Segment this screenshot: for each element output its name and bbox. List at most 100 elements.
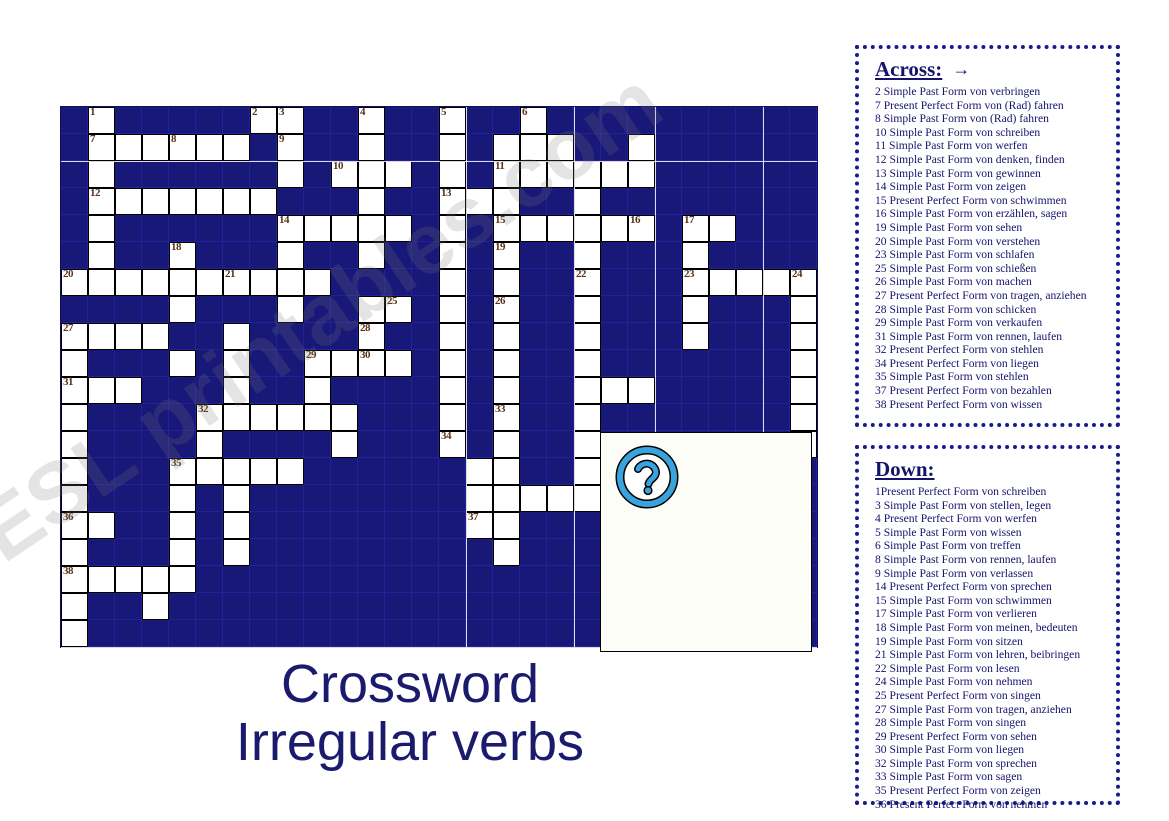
crossword-cell-open[interactable] [250, 269, 277, 296]
crossword-cell-open[interactable] [88, 377, 115, 404]
crossword-cell-open[interactable] [277, 269, 304, 296]
crossword-cell-open[interactable] [358, 161, 385, 188]
crossword-cell-open[interactable] [790, 404, 817, 431]
crossword-cell-open[interactable] [331, 431, 358, 458]
crossword-cell-open[interactable] [574, 242, 601, 269]
crossword-cell-open[interactable] [88, 512, 115, 539]
crossword-cell-open[interactable] [61, 539, 88, 566]
crossword-cell-open[interactable] [115, 134, 142, 161]
crossword-cell-open[interactable] [439, 323, 466, 350]
crossword-cell-open[interactable] [574, 377, 601, 404]
crossword-cell-open[interactable] [196, 134, 223, 161]
crossword-cell-open[interactable] [196, 458, 223, 485]
crossword-cell-open[interactable] [466, 188, 493, 215]
crossword-cell-open[interactable] [88, 566, 115, 593]
crossword-cell-open[interactable] [493, 188, 520, 215]
crossword-cell-open[interactable]: 24 [790, 269, 817, 296]
crossword-cell-open[interactable] [223, 188, 250, 215]
crossword-cell-open[interactable] [574, 161, 601, 188]
crossword-cell-open[interactable] [574, 404, 601, 431]
crossword-cell-open[interactable]: 38 [61, 566, 88, 593]
crossword-cell-open[interactable] [520, 134, 547, 161]
crossword-cell-open[interactable] [196, 188, 223, 215]
crossword-cell-open[interactable]: 8 [169, 134, 196, 161]
crossword-cell-open[interactable] [628, 134, 655, 161]
crossword-cell-open[interactable] [628, 377, 655, 404]
crossword-cell-open[interactable]: 14 [277, 215, 304, 242]
crossword-cell-open[interactable] [439, 134, 466, 161]
crossword-cell-open[interactable]: 16 [628, 215, 655, 242]
crossword-cell-open[interactable] [547, 134, 574, 161]
crossword-cell-open[interactable] [790, 296, 817, 323]
crossword-cell-open[interactable] [223, 539, 250, 566]
crossword-cell-open[interactable] [493, 134, 520, 161]
crossword-cell-open[interactable] [493, 458, 520, 485]
crossword-cell-open[interactable] [709, 269, 736, 296]
crossword-cell-open[interactable]: 21 [223, 269, 250, 296]
crossword-cell-open[interactable] [763, 269, 790, 296]
crossword-cell-open[interactable] [547, 485, 574, 512]
crossword-cell-open[interactable] [142, 593, 169, 620]
crossword-cell-open[interactable] [277, 404, 304, 431]
crossword-cell-open[interactable] [61, 458, 88, 485]
crossword-cell-open[interactable] [493, 539, 520, 566]
crossword-cell-open[interactable] [250, 458, 277, 485]
crossword-cell-open[interactable] [169, 188, 196, 215]
crossword-cell-open[interactable] [331, 350, 358, 377]
crossword-cell-open[interactable] [493, 512, 520, 539]
crossword-cell-open[interactable] [142, 269, 169, 296]
crossword-cell-open[interactable]: 3 [277, 107, 304, 134]
crossword-cell-open[interactable] [250, 188, 277, 215]
crossword-cell-open[interactable]: 26 [493, 296, 520, 323]
crossword-cell-open[interactable] [709, 215, 736, 242]
crossword-cell-open[interactable] [439, 242, 466, 269]
crossword-cell-open[interactable] [169, 485, 196, 512]
crossword-cell-open[interactable] [223, 404, 250, 431]
crossword-cell-open[interactable] [385, 215, 412, 242]
crossword-cell-open[interactable] [601, 377, 628, 404]
crossword-cell-open[interactable] [466, 458, 493, 485]
crossword-cell-open[interactable]: 25 [385, 296, 412, 323]
crossword-cell-open[interactable]: 12 [88, 188, 115, 215]
crossword-cell-open[interactable] [682, 323, 709, 350]
crossword-cell-open[interactable] [574, 188, 601, 215]
crossword-cell-open[interactable] [439, 296, 466, 323]
crossword-cell-open[interactable]: 22 [574, 269, 601, 296]
crossword-cell-open[interactable]: 9 [277, 134, 304, 161]
crossword-cell-open[interactable]: 32 [196, 404, 223, 431]
crossword-cell-open[interactable] [493, 377, 520, 404]
crossword-cell-open[interactable]: 18 [169, 242, 196, 269]
crossword-cell-open[interactable] [223, 512, 250, 539]
crossword-cell-open[interactable] [88, 269, 115, 296]
crossword-cell-open[interactable] [223, 323, 250, 350]
crossword-cell-open[interactable] [115, 323, 142, 350]
crossword-cell-open[interactable] [304, 269, 331, 296]
crossword-cell-open[interactable] [277, 458, 304, 485]
crossword-cell-open[interactable] [439, 215, 466, 242]
crossword-cell-open[interactable] [61, 593, 88, 620]
crossword-cell-open[interactable]: 13 [439, 188, 466, 215]
crossword-cell-open[interactable] [385, 350, 412, 377]
crossword-cell-open[interactable]: 33 [493, 404, 520, 431]
crossword-cell-open[interactable] [574, 215, 601, 242]
crossword-cell-open[interactable] [61, 350, 88, 377]
crossword-cell-open[interactable] [61, 620, 88, 647]
crossword-cell-open[interactable] [601, 215, 628, 242]
crossword-cell-open[interactable]: 17 [682, 215, 709, 242]
crossword-cell-open[interactable] [574, 431, 601, 458]
crossword-cell-open[interactable]: 28 [358, 323, 385, 350]
crossword-cell-open[interactable] [520, 485, 547, 512]
crossword-cell-open[interactable] [142, 134, 169, 161]
crossword-cell-open[interactable] [574, 296, 601, 323]
crossword-cell-open[interactable]: 29 [304, 350, 331, 377]
crossword-cell-open[interactable] [358, 134, 385, 161]
crossword-cell-open[interactable] [169, 539, 196, 566]
crossword-cell-open[interactable] [169, 269, 196, 296]
crossword-cell-open[interactable] [574, 458, 601, 485]
crossword-cell-open[interactable] [682, 242, 709, 269]
crossword-cell-open[interactable] [790, 377, 817, 404]
crossword-cell-open[interactable]: 1 [88, 107, 115, 134]
crossword-cell-open[interactable] [277, 161, 304, 188]
crossword-cell-open[interactable] [277, 296, 304, 323]
crossword-cell-open[interactable] [493, 323, 520, 350]
